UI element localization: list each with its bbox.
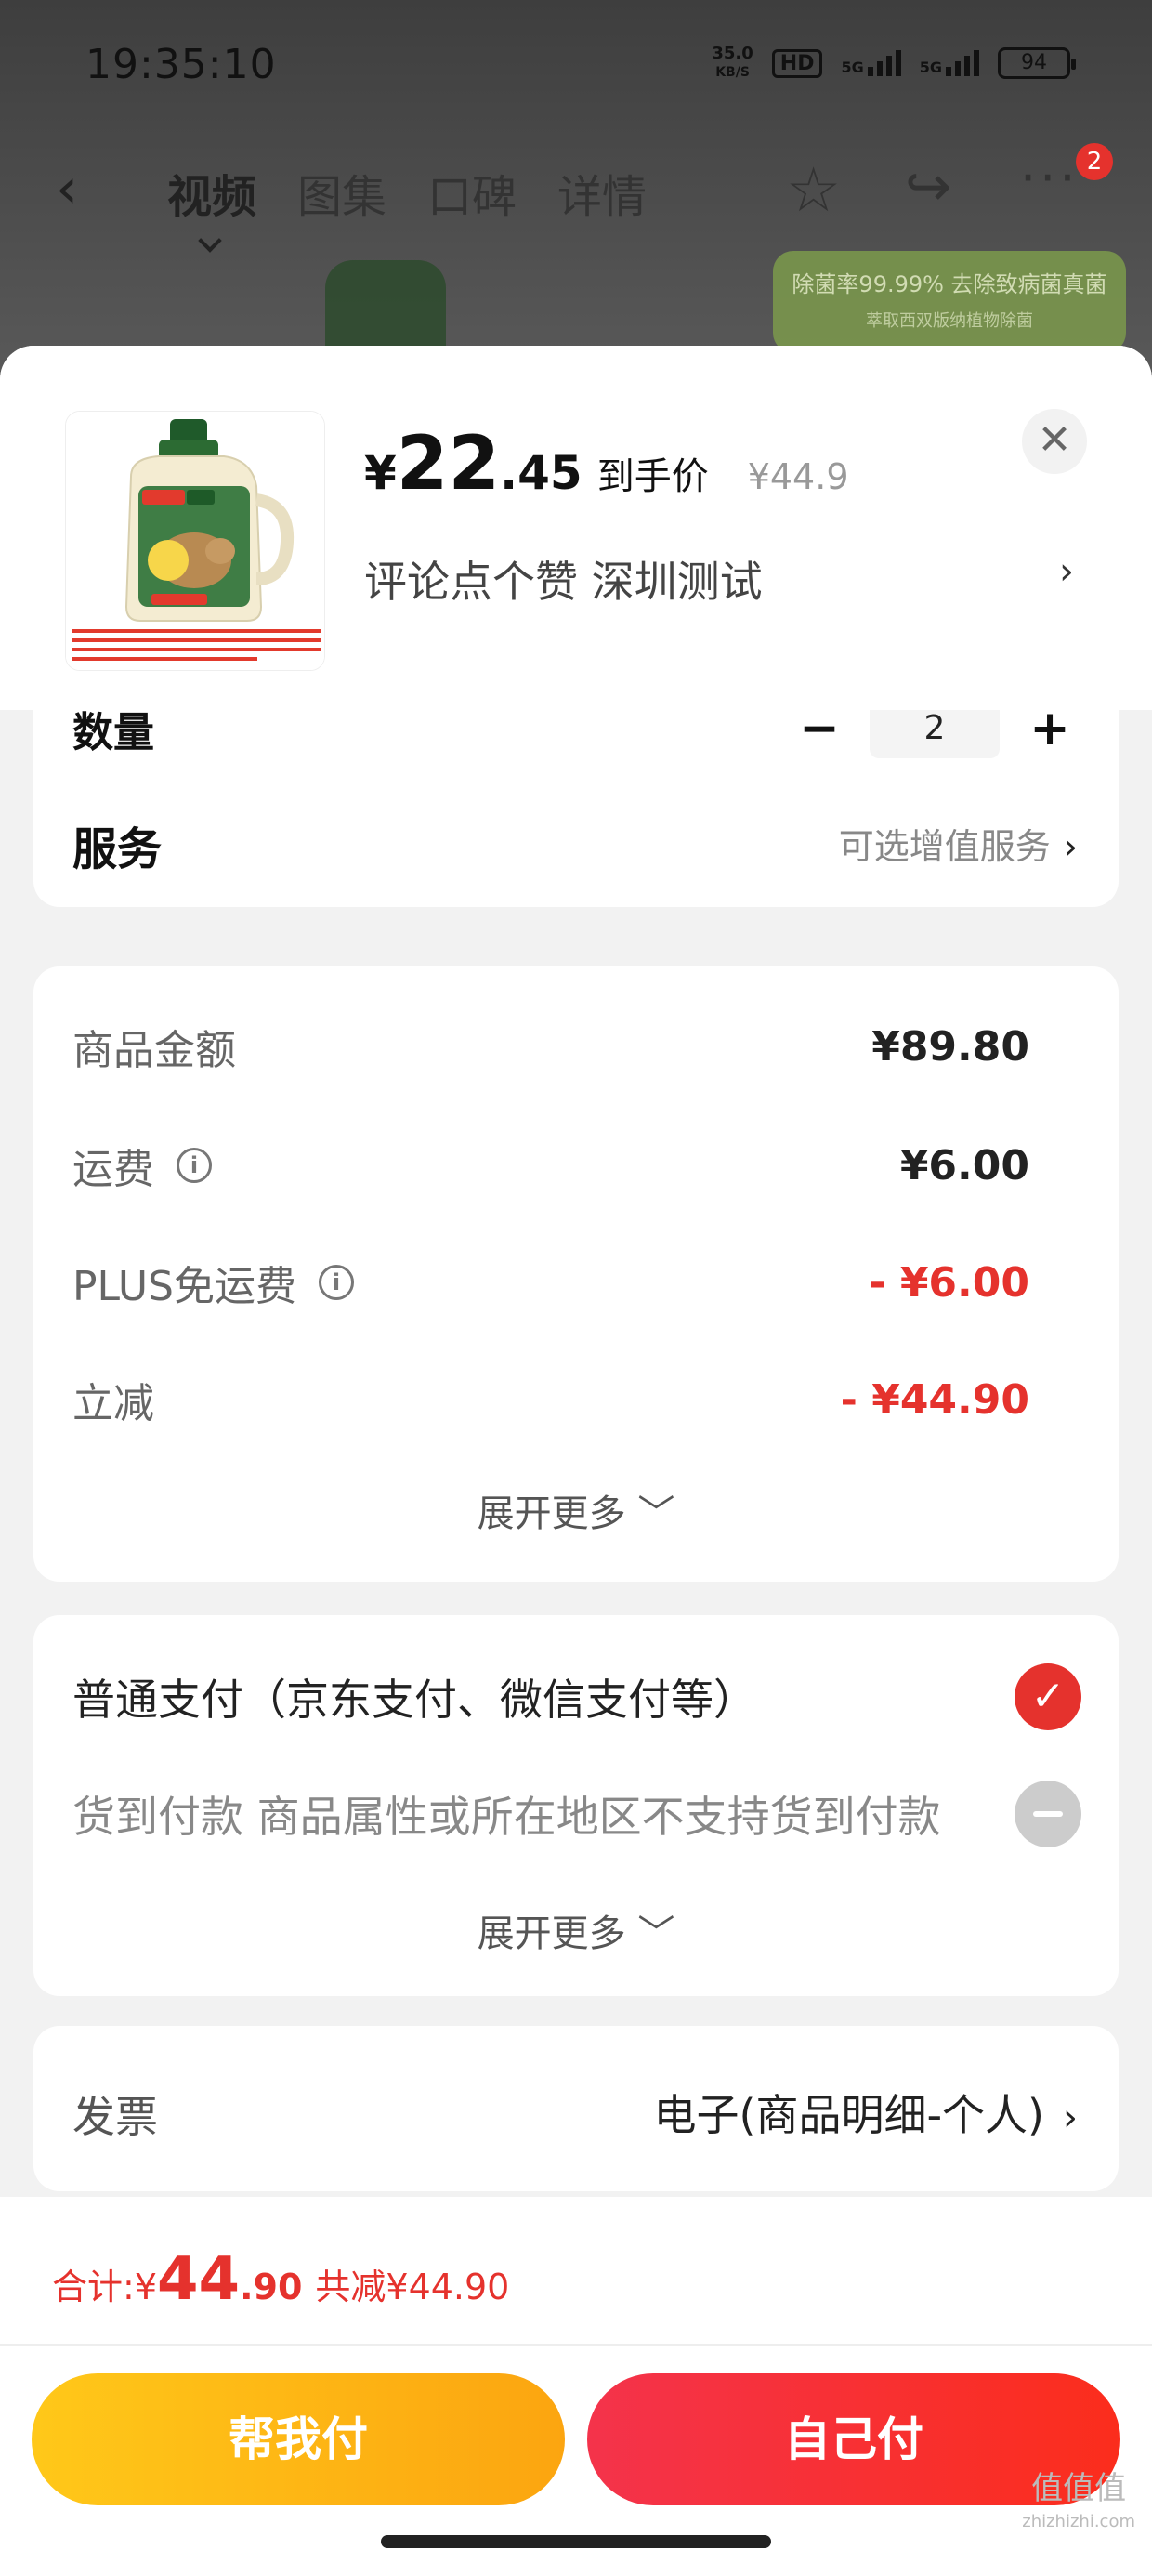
product-thumbnail <box>65 411 325 671</box>
info-icon[interactable]: i <box>319 1265 354 1300</box>
back-icon[interactable]: ‹ <box>56 156 78 221</box>
more-icon[interactable]: ··· <box>1020 149 1080 207</box>
top-nav: ‹ 视频 图集 口碑 详情 ☆ ↪ ··· 2 <box>0 143 1152 232</box>
service-option[interactable]: 可选增值服务 › <box>839 818 1078 869</box>
total-currency: ¥ <box>134 2267 157 2307</box>
divider <box>0 2344 1152 2346</box>
total-decimal: .90 <box>240 2267 303 2307</box>
signal-icon-2: 5G <box>920 50 979 76</box>
payment-card: 普通支付（京东支付、微信支付等） ✓ 货到付款 商品属性或所在地区不支持货到付款… <box>33 1615 1119 1996</box>
shop-line[interactable]: 评论点个赞 深圳测试 <box>364 548 763 610</box>
disabled-icon <box>1015 1781 1081 1847</box>
signal-label-2: 5G <box>919 59 942 76</box>
chevron-right-icon: › <box>1063 826 1078 867</box>
promo-text: 除菌率99.99% 去除致病菌真菌 <box>792 271 1107 297</box>
cost-row-plus-shipping: PLUS免运费 i - ¥6.00 <box>72 1253 1029 1312</box>
cost-key: 商品金额 <box>72 1027 236 1074</box>
tab-gallery[interactable]: 图集 <box>297 160 386 225</box>
nav-tabs: 视频 图集 口碑 详情 <box>167 160 647 225</box>
cost-breakdown-card: 商品金额 ¥89.80 运费 i ¥6.00 PLUS免运费 i - ¥6.00 立… <box>33 966 1119 1582</box>
expand-more-button[interactable]: 展开更多 ﹀ <box>33 1483 1119 1537</box>
favorite-star-icon[interactable]: ☆ <box>786 154 841 226</box>
watermark: 值值值 zhizhizhi.com <box>1022 2472 1135 2539</box>
detergent-bottle-image <box>66 412 324 670</box>
service-value: 可选增值服务 <box>838 826 1051 867</box>
payment-option-cod: 货到付款 商品属性或所在地区不支持货到付款 <box>72 1781 1081 1847</box>
payment-option-normal[interactable]: 普通支付（京东支付、微信支付等） ✓ <box>72 1663 1081 1730</box>
service-label: 服务 <box>72 823 163 875</box>
total-saved: 共减¥44.90 <box>315 2267 510 2307</box>
product-header: ¥ 22 .45 到手价 ¥44.9 评论点个赞 深圳测试 › ✕ <box>0 346 1152 710</box>
status-time: 19:35:10 <box>85 41 277 88</box>
payment-label: 货到付款 商品属性或所在地区不支持货到付款 <box>72 1792 941 1842</box>
checkout-footer: 合计: ¥ 44 .90 共减¥44.90 帮我付 自己付 值值值 zhizhi… <box>0 2197 1152 2576</box>
invoice-value: 电子(商品明细-个人) <box>653 2090 1045 2140</box>
cost-value: - ¥44.90 <box>840 1375 1029 1424</box>
cost-key: PLUS免运费 <box>72 1263 296 1310</box>
help-me-pay-button[interactable]: 帮我付 <box>32 2373 565 2505</box>
message-badge: 2 <box>1076 143 1113 180</box>
unit-price: ¥ 22 .45 到手价 ¥44.9 <box>364 420 849 506</box>
cost-value: ¥6.00 <box>899 1141 1029 1189</box>
watermark-url: zhizhizhi.com <box>1022 2512 1135 2531</box>
cost-row-goods: 商品金额 ¥89.80 <box>72 1017 1029 1076</box>
promo-subtext: 萃取西双版纳植物除菌 <box>866 311 1033 331</box>
payment-label: 普通支付（京东支付、微信支付等） <box>72 1675 756 1725</box>
cost-value: ¥89.80 <box>871 1022 1029 1071</box>
cost-row-discount: 立减 - ¥44.90 <box>72 1370 1029 1429</box>
signal-label-1: 5G <box>841 59 864 76</box>
chevron-right-icon[interactable]: › <box>1059 550 1074 593</box>
total-integer: 44 <box>157 2245 241 2314</box>
tab-reviews[interactable]: 口碑 <box>427 160 517 225</box>
net-speed-value: 35.0 <box>712 44 753 63</box>
close-icon[interactable]: ✕ <box>1022 409 1087 474</box>
cost-key: 立减 <box>72 1380 154 1427</box>
promo-banner: 除菌率99.99% 去除致病菌真菌 萃取西双版纳植物除菌 <box>773 251 1126 353</box>
checkout-screen: 除菌率99.99% 去除致病菌真菌 萃取西双版纳植物除菌 19:35:10 35… <box>0 0 1152 2576</box>
expand-more-button[interactable]: 展开更多 ﹀ <box>33 1903 1119 1957</box>
original-price: ¥44.9 <box>747 456 849 497</box>
tab-details[interactable]: 详情 <box>557 160 647 225</box>
tab-video[interactable]: 视频 <box>167 160 256 225</box>
cost-key: 运费 <box>72 1146 154 1193</box>
total-label: 合计: <box>52 2267 135 2307</box>
invoice-value-wrap: 电子(商品明细-个人) › <box>654 2082 1079 2143</box>
signal-icon-1: 5G <box>841 50 901 76</box>
price-currency: ¥ <box>364 446 397 500</box>
battery-icon: 94 <box>998 47 1076 79</box>
checkmark-icon[interactable]: ✓ <box>1015 1663 1081 1730</box>
hd-icon: HD <box>771 48 823 78</box>
info-icon[interactable]: i <box>177 1148 212 1183</box>
total-price: 合计: ¥ 44 .90 共减¥44.90 <box>52 2245 509 2314</box>
cost-value: - ¥6.00 <box>869 1258 1029 1307</box>
checkout-sheet: ¥ 22 .45 到手价 ¥44.9 评论点个赞 深圳测试 › ✕ 数量 − 2… <box>0 346 1152 2576</box>
price-decimal: .45 <box>500 446 583 500</box>
invoice-card[interactable]: 发票 电子(商品明细-个人) › <box>33 2026 1119 2191</box>
share-icon[interactable]: ↪ <box>905 154 951 219</box>
cost-row-shipping: 运费 i ¥6.00 <box>72 1136 1029 1195</box>
chevron-right-icon: › <box>1063 2096 1078 2139</box>
net-speed: 35.0 KB/S <box>712 45 753 82</box>
invoice-label: 发票 <box>72 2092 158 2142</box>
status-bar: 19:35:10 35.0 KB/S HD 5G 5G 94 <box>0 0 1152 139</box>
quantity-service-card: 数量 − 2 + 服务 可选增值服务 › <box>33 699 1119 907</box>
home-indicator[interactable] <box>381 2535 771 2548</box>
net-speed-unit: KB/S <box>715 65 750 80</box>
watermark-text: 值值值 <box>1031 2470 1127 2507</box>
price-label: 到手价 <box>596 455 709 498</box>
price-integer: 22 <box>396 420 501 506</box>
